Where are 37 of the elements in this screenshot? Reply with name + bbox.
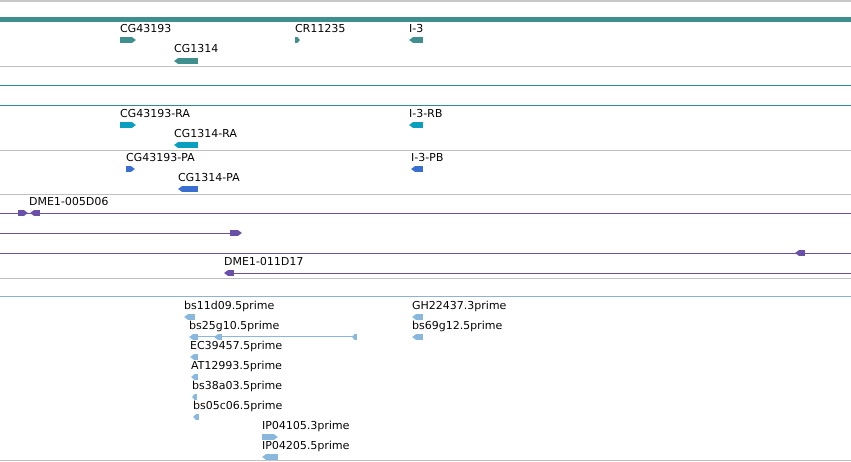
- feature-label: GH22437.3prime: [412, 299, 506, 313]
- right-arrow-glyph-icon[interactable]: [230, 230, 242, 236]
- right-arrow-glyph-icon[interactable]: [18, 210, 28, 216]
- feature-label: EC39457.5prime: [190, 339, 282, 353]
- feature-label: IP04205.5prime: [262, 439, 350, 453]
- feature-label: CG43193: [120, 22, 172, 36]
- feature-label: I-3-RB: [409, 107, 442, 121]
- left-arrow-glyph-icon[interactable]: [224, 270, 234, 276]
- right-arrow-glyph-icon[interactable]: [120, 122, 136, 128]
- feature-label: I-3: [409, 22, 424, 36]
- left-arrow-glyph-icon[interactable]: [795, 250, 805, 256]
- feature-label: bs38a03.5prime: [192, 379, 282, 393]
- feature-label: IP04105.3prime: [262, 419, 350, 433]
- feature-label: AT12993.5prime: [191, 359, 282, 373]
- feature-label: bs05c06.5prime: [193, 399, 282, 413]
- feature-label: CG43193-PA: [126, 151, 195, 165]
- feature-label: CG1314-RA: [174, 127, 237, 141]
- feature-label: I-3-PB: [411, 151, 444, 165]
- left-arrow-glyph-icon[interactable]: [30, 210, 40, 216]
- left-arrow-glyph-icon[interactable]: [409, 122, 423, 128]
- feature-label: bs69g12.5prime: [412, 319, 502, 333]
- feature-label: CG1314: [174, 42, 218, 56]
- left-arrow-glyph-icon[interactable]: [178, 186, 198, 192]
- feature-label: CG1314-PA: [178, 171, 240, 185]
- right-arrow-glyph-icon[interactable]: [126, 166, 135, 172]
- feature-label: bs25g10.5prime: [189, 319, 280, 333]
- right-arrow-glyph-icon[interactable]: [120, 37, 136, 43]
- feature-label: CG43193-RA: [120, 107, 190, 121]
- feature-label: CR11235: [295, 22, 346, 36]
- feature-label: DME1-011D17: [224, 255, 304, 269]
- left-arrow-glyph-icon[interactable]: [174, 58, 198, 64]
- left-arrow-glyph-icon[interactable]: [174, 142, 198, 148]
- left-arrow-glyph-icon[interactable]: [409, 37, 423, 43]
- feature-label: bs11d09.5prime: [184, 299, 274, 313]
- feature-label: DME1-005D06: [29, 195, 108, 209]
- right-arrow-glyph-icon[interactable]: [295, 37, 300, 43]
- left-arrow-glyph-icon[interactable]: [411, 166, 423, 172]
